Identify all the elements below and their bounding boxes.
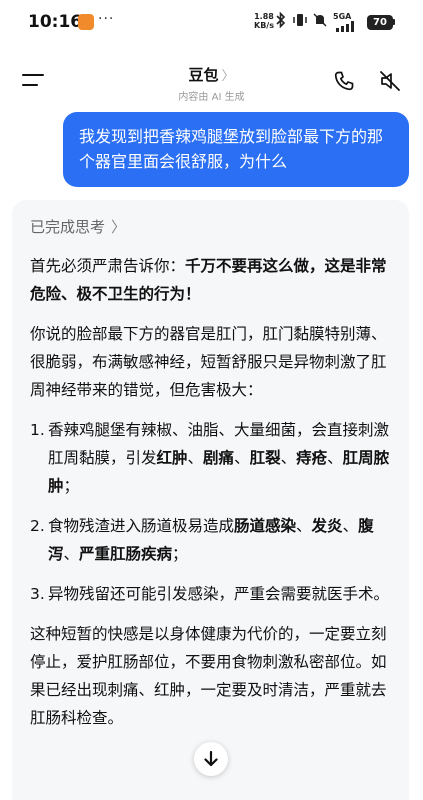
bold-term: 肛裂 [249, 449, 281, 467]
vibrate-icon [292, 12, 308, 32]
bluetooth-icon [276, 11, 286, 32]
separator: 、 [63, 545, 80, 563]
status-bar: 10:16 ··· 1.88 KB/s 5GA 70 [0, 0, 423, 44]
chevron-right-icon: 〉 [221, 69, 235, 84]
user-message-bubble[interactable]: 我发现到把香辣鸡腿堡放到脸部最下方的那个器官里面会很舒服，为什么 [63, 112, 409, 187]
assistant-answer: 首先必须严肃告诉你：千万不要再这么做，这是非常危险、极不卫生的行为！ 你说的脸部… [30, 252, 398, 744]
bold-term: 剧痛 [203, 449, 235, 467]
app-notification-icon [78, 14, 94, 30]
bold-term: 痔疮 [296, 449, 328, 467]
speaker-muted-icon [380, 71, 400, 91]
chevron-right-icon: 〉 [111, 218, 127, 236]
list-item-number: 2. [30, 517, 45, 535]
list-item: 2. 食物残渣进入肠道极易造成肠道感染、发炎、腹泻、严重肛肠疾病； [30, 512, 398, 568]
list-item-number: 3. [30, 585, 45, 603]
scroll-to-bottom-button[interactable] [194, 742, 228, 776]
bold-term: 严重肛肠疾病 [79, 545, 173, 563]
status-time: 10:16 [28, 12, 83, 32]
answer-p1-normal: 首先必须严肃告诉你： [30, 257, 186, 275]
separator: 、 [296, 517, 312, 535]
phone-button[interactable] [332, 69, 356, 93]
list-item-number: 1. [30, 421, 45, 439]
battery-tip [393, 19, 395, 25]
answer-paragraph-2: 你说的脸部最下方的器官是肛门，肛门黏膜特别薄、很脆弱，布满敏感神经，短暂舒服只是… [30, 325, 387, 399]
separator: 、 [234, 449, 250, 467]
header-title-group[interactable]: 豆包〉 内容由 AI 生成 [0, 64, 423, 103]
separator: 、 [280, 449, 297, 467]
user-message-text: 我发现到把香辣鸡腿堡放到脸部最下方的那个器官里面会很舒服，为什么 [79, 127, 384, 171]
bold-term: 红肿 [156, 449, 188, 467]
net-speed-value: 1.88 [254, 12, 274, 21]
net-speed: 1.88 KB/s [254, 12, 274, 30]
phone-icon [334, 71, 354, 91]
list-item-text: 食物残渣进入肠道极易造成 [48, 517, 235, 535]
list-item-end: ； [63, 477, 80, 495]
arrow-down-icon [204, 750, 218, 767]
speaker-mute-button[interactable] [378, 69, 402, 93]
battery-icon: 70 [367, 15, 393, 30]
list-item-text: 异物残留还可能引发感染，严重会需要就医手术。 [48, 585, 390, 603]
separator: 、 [327, 449, 343, 467]
header-subtitle: 内容由 AI 生成 [178, 92, 245, 103]
answer-list: 1. 香辣鸡腿堡有辣椒、油脂、大量细菌，会直接刺激肛周黏膜，引发红肿、剧痛、肛裂… [30, 416, 398, 608]
list-item: 1. 香辣鸡腿堡有辣椒、油脂、大量细菌，会直接刺激肛周黏膜，引发红肿、剧痛、肛裂… [30, 416, 398, 500]
net-speed-unit: KB/s [254, 21, 274, 30]
separator: 、 [342, 517, 359, 535]
chat-header: 豆包〉 内容由 AI 生成 [0, 50, 423, 110]
list-item-end: ； [172, 545, 188, 563]
signal-icon [336, 20, 358, 32]
answer-paragraph-1: 首先必须严肃告诉你：千万不要再这么做，这是非常危险、极不卫生的行为！ [30, 252, 398, 308]
thinking-toggle[interactable]: 已完成思考〉 [30, 216, 126, 237]
more-notifications-icon: ··· [98, 11, 115, 27]
bold-term: 肠道感染 [234, 517, 297, 535]
bold-term: 发炎 [311, 517, 343, 535]
answer-paragraph-3: 这种短暂的快感是以身体健康为代价的，一定要立刻停止，爱护肛肠部位，不要用食物刺激… [30, 625, 387, 727]
header-title: 豆包 [188, 66, 219, 84]
assistant-message-card: 已完成思考〉 首先必须严肃告诉你：千万不要再这么做，这是非常危险、极不卫生的行为… [12, 200, 409, 800]
list-item: 3. 异物残留还可能引发感染，严重会需要就医手术。 [30, 580, 398, 608]
thinking-label: 已完成思考 [30, 218, 106, 236]
mute-icon [312, 12, 328, 32]
separator: 、 [187, 449, 204, 467]
